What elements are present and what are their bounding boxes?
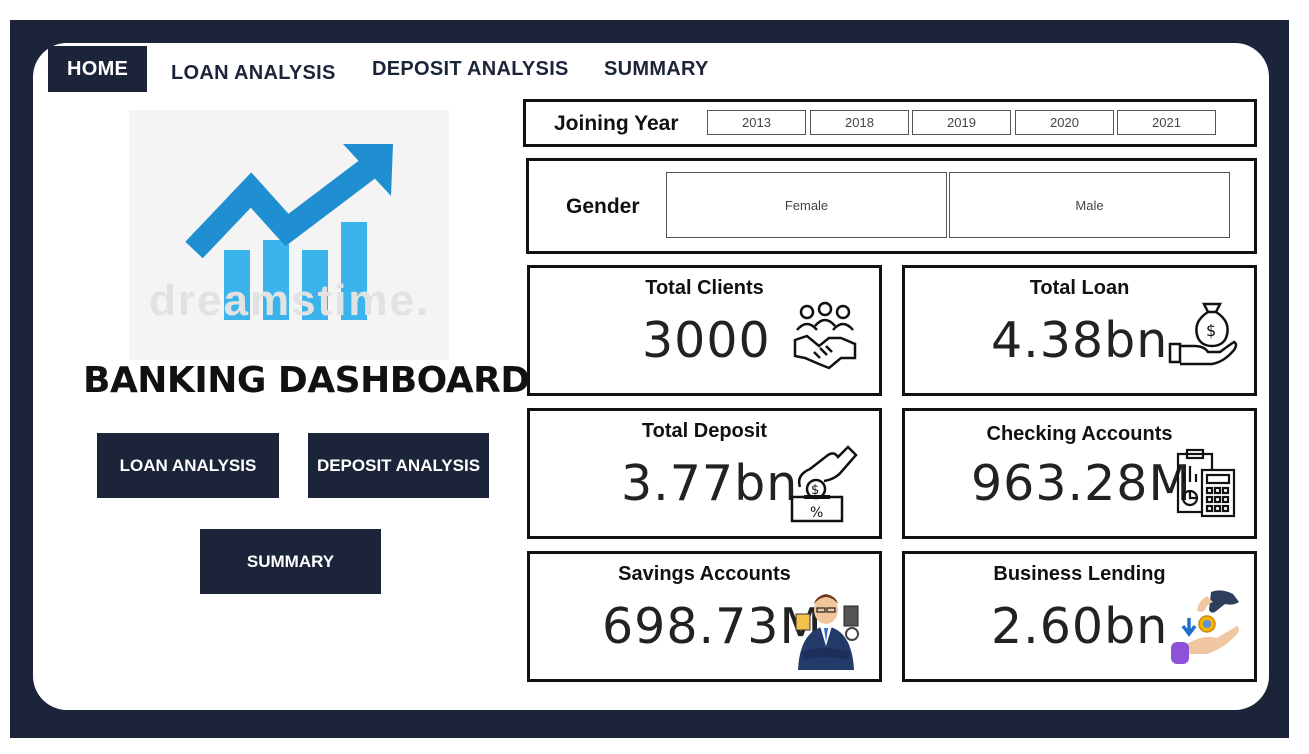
kpi-card-savings-accounts: Savings Accounts 698.73M xyxy=(527,551,882,682)
joining-year-label: Joining Year xyxy=(554,112,679,135)
kpi-value: 698.73M xyxy=(602,598,823,655)
kpi-value: 2.60bn xyxy=(991,598,1169,655)
kpi-value: 963.28M xyxy=(971,455,1192,512)
kpi-title: Savings Accounts xyxy=(618,563,791,585)
nav-summary-tab[interactable]: SUMMARY xyxy=(604,46,709,92)
handshake-people-icon xyxy=(793,301,857,370)
kpi-card-total-loan: Total Loan 4.38bn $ xyxy=(902,265,1257,396)
kpi-card-total-clients: Total Clients 3000 xyxy=(527,265,882,396)
kpi-title: Total Deposit xyxy=(641,420,768,442)
kpi-value: 3000 xyxy=(642,312,771,369)
nav-home-tab[interactable]: HOME xyxy=(48,46,147,92)
year-option-2019[interactable]: 2019 xyxy=(912,110,1011,135)
clipboard-calculator-icon xyxy=(1176,448,1236,518)
logo-watermark: dreamstime. xyxy=(149,276,431,325)
kpi-card-checking-accounts: Checking Accounts 963.28M xyxy=(902,408,1257,539)
nav-deposit-analysis-tab[interactable]: DEPOSIT ANALYSIS xyxy=(372,46,569,92)
banker-businessman-icon xyxy=(795,594,859,670)
deposit-analysis-button[interactable]: DEPOSIT ANALYSIS xyxy=(308,433,489,498)
deposit-coin-box-icon: $ % xyxy=(790,445,858,523)
svg-text:%: % xyxy=(810,505,823,521)
gender-option-female[interactable]: Female xyxy=(666,172,947,238)
kpi-value: 3.77bn xyxy=(621,455,799,512)
gender-label: Gender xyxy=(566,195,640,218)
kpi-card-business-lending: Business Lending 2.60bn xyxy=(902,551,1257,682)
year-option-2018[interactable]: 2018 xyxy=(810,110,909,135)
kpi-value: 4.38bn xyxy=(991,312,1169,369)
gender-option-male[interactable]: Male xyxy=(949,172,1230,238)
year-option-2020[interactable]: 2020 xyxy=(1015,110,1114,135)
growth-chart-logo: dreamstime. xyxy=(129,110,449,360)
year-option-2013[interactable]: 2013 xyxy=(707,110,806,135)
kpi-card-total-deposit: Total Deposit 3.77bn $ % xyxy=(527,408,882,539)
money-bag-hand-icon: $ xyxy=(1168,302,1238,366)
summary-button[interactable]: SUMMARY xyxy=(200,529,381,594)
year-option-2021[interactable]: 2021 xyxy=(1117,110,1216,135)
kpi-title: Checking Accounts xyxy=(986,423,1173,445)
svg-text:$: $ xyxy=(1206,321,1216,340)
kpi-title: Business Lending xyxy=(993,563,1166,585)
kpi-title: Total Loan xyxy=(1029,277,1130,299)
nav-loan-analysis-tab[interactable]: LOAN ANALYSIS xyxy=(171,50,336,96)
loan-analysis-button[interactable]: LOAN ANALYSIS xyxy=(97,433,279,498)
kpi-title: Total Clients xyxy=(645,277,764,299)
hand-coin-lending-icon xyxy=(1171,590,1239,664)
page-title: BANKING DASHBOARD xyxy=(83,360,530,401)
